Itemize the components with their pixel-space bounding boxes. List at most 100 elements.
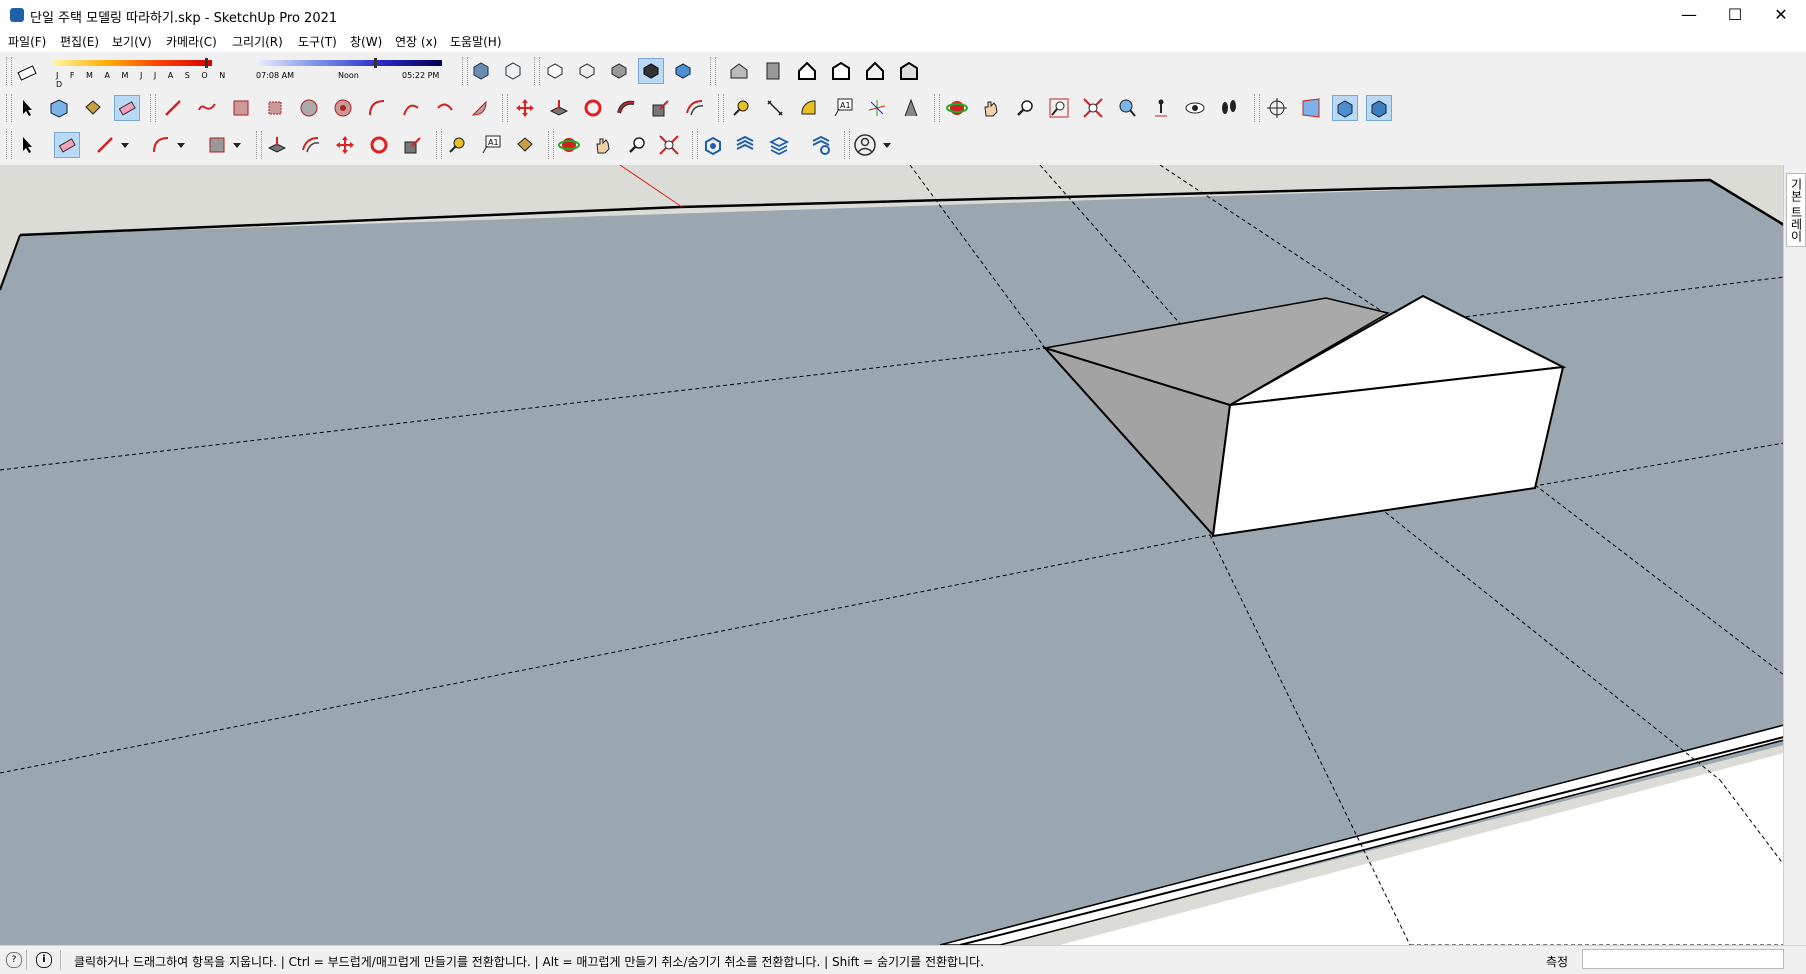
previous-view-icon[interactable] [1114,95,1140,121]
eraser-tool-icon[interactable] [54,132,80,158]
zoom-icon[interactable] [1012,95,1038,121]
measurements-input[interactable] [1582,949,1784,969]
toolbar-grip[interactable] [934,94,940,122]
scene-canvas[interactable] [0,165,1784,945]
line-icon[interactable] [92,132,118,158]
close-button[interactable]: ✕ [1758,0,1804,30]
3d-text-icon[interactable] [898,95,924,121]
geolocation-icon[interactable]: ? [6,952,22,968]
toolbar-grip[interactable] [1254,94,1260,122]
tape-measure-icon[interactable] [728,95,754,121]
toolbar-grip[interactable] [6,131,12,159]
toolbar-grip[interactable] [710,57,716,85]
menu-window[interactable]: 창(W) [350,33,382,50]
toolbar-grip[interactable] [692,131,698,159]
walk-icon[interactable] [1216,95,1242,121]
toolbar-grip[interactable] [436,131,442,159]
default-tray-tab[interactable]: 기본 트레이 [1783,165,1806,945]
styles-blue-icon[interactable] [670,58,696,84]
push-pull-icon[interactable] [546,95,572,121]
shapes-icon[interactable] [204,132,230,158]
eraser-tool-icon[interactable] [114,95,140,121]
toolbar-grip[interactable] [6,57,12,85]
menu-edit[interactable]: 편집(E) [60,33,99,50]
select-icon[interactable] [14,132,40,158]
menu-camera[interactable]: 카메라(C) [166,33,217,50]
circle-icon[interactable] [296,95,322,121]
menu-help[interactable]: 도움말(H) [450,33,502,50]
text-icon[interactable]: A1 [830,95,856,121]
rotated-rectangle-icon[interactable] [262,95,288,121]
move-icon[interactable] [512,95,538,121]
front-view-icon[interactable] [794,58,820,84]
scale-icon[interactable] [400,132,426,158]
zoom-extents-icon[interactable] [656,132,682,158]
3d-warehouse-icon[interactable] [700,132,726,158]
tray-label[interactable]: 기본 트레이 [1786,173,1806,247]
account-avatar-icon[interactable] [852,132,878,158]
toolbar-grip[interactable] [718,94,724,122]
shaded-textures-icon[interactable] [606,58,632,84]
move-icon[interactable] [332,132,358,158]
zoom-icon[interactable] [624,132,650,158]
info-icon[interactable]: i [36,952,52,968]
toolbar-grip[interactable] [6,94,12,122]
hidden-line-icon[interactable] [542,58,568,84]
freehand-icon[interactable] [194,95,220,121]
two-point-arc-icon[interactable] [398,95,424,121]
pie-icon[interactable] [466,95,492,121]
display-section-planes-icon[interactable] [1298,95,1324,121]
display-section-fill-icon[interactable] [1366,95,1392,121]
arc-icon[interactable] [364,95,390,121]
display-section-cuts-icon[interactable] [1332,95,1358,121]
toolbar-grip[interactable] [548,131,554,159]
wireframe-style-icon[interactable] [500,58,526,84]
toolbar-grip[interactable] [150,94,156,122]
select-icon[interactable] [14,95,40,121]
toolbar-grip[interactable] [844,131,850,159]
line-dropdown-chevron-down-icon[interactable] [118,132,132,158]
modeling-viewport[interactable] [0,165,1784,945]
shadow-date-slider[interactable]: J F M A M J J A S O N D [52,57,238,89]
pan-icon[interactable] [978,95,1004,121]
three-point-arc-icon[interactable] [432,95,458,121]
toolbar-grip[interactable] [256,131,262,159]
menu-extensions[interactable]: 연장 (x) [395,33,437,50]
paint-bucket-icon[interactable] [80,95,106,121]
make-component-icon[interactable] [46,95,72,121]
minimize-button[interactable]: — [1666,0,1712,30]
shaded-icon[interactable] [574,58,600,84]
look-around-icon[interactable] [1182,95,1208,121]
time-slider-thumb[interactable] [373,58,377,68]
right-view-icon[interactable] [828,58,854,84]
axes-icon[interactable] [864,95,890,121]
rotate-icon[interactable] [580,95,606,121]
paint-bucket-icon[interactable] [512,132,538,158]
date-slider-thumb[interactable] [205,58,209,68]
account-dropdown-chevron-down-icon[interactable] [880,132,894,158]
follow-me-icon[interactable] [614,95,640,121]
offset-icon[interactable] [682,95,708,121]
polygon-icon[interactable] [330,95,356,121]
menu-file[interactable]: 파일(F) [8,33,46,50]
shapes-dropdown-chevron-down-icon[interactable] [230,132,244,158]
monochrome-icon[interactable] [638,58,664,84]
top-view-icon[interactable] [760,58,786,84]
menu-draw[interactable]: 그리기(R) [232,33,283,50]
protractor-icon[interactable] [796,95,822,121]
orbit-icon[interactable] [556,132,582,158]
menu-view[interactable]: 보기(V) [112,33,152,50]
maximize-button[interactable]: ☐ [1712,0,1758,30]
arc-dropdown-chevron-down-icon[interactable] [174,132,188,158]
toolbar-grip[interactable] [502,94,508,122]
menu-tools[interactable]: 도구(T) [298,33,337,50]
text-icon[interactable]: A1 [478,132,504,158]
orbit-icon[interactable] [944,95,970,121]
rotate-icon[interactable] [366,132,392,158]
line-icon[interactable] [160,95,186,121]
position-camera-icon[interactable] [1148,95,1174,121]
zoom-window-icon[interactable] [1046,95,1072,121]
push-pull-icon[interactable] [264,132,290,158]
pan-icon[interactable] [590,132,616,158]
arc-icon[interactable] [148,132,174,158]
